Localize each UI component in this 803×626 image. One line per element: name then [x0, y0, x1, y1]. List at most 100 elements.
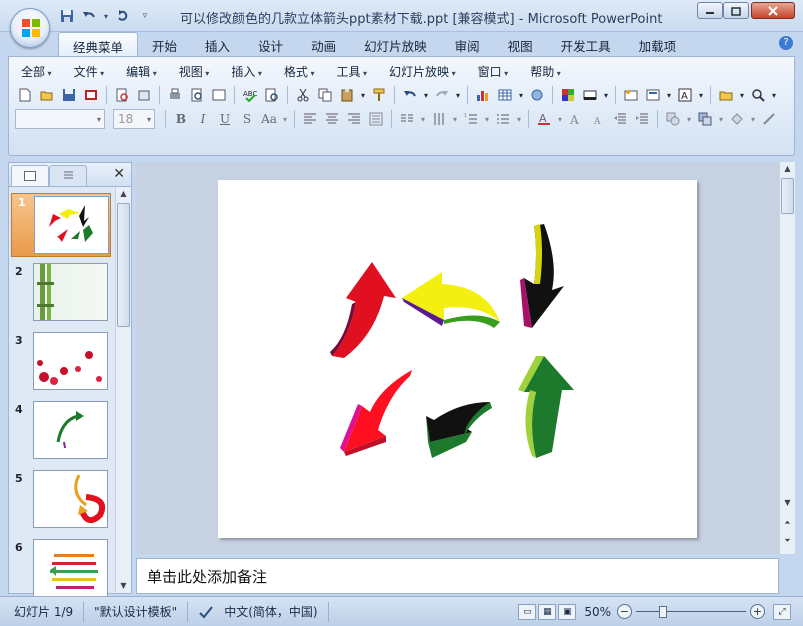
chart-icon[interactable] [473, 85, 493, 105]
tab-developer[interactable]: 开发工具 [547, 32, 625, 56]
fit-window-icon[interactable]: ⤢ [773, 603, 791, 620]
dropdown-icon[interactable]: ▾ [102, 7, 110, 25]
zoom-slider-thumb[interactable] [658, 605, 667, 618]
increase-indent-icon[interactable] [632, 109, 652, 129]
slide-canvas[interactable] [218, 180, 697, 538]
change-case-button[interactable]: Aa [259, 109, 279, 129]
align-right-icon[interactable] [344, 109, 364, 129]
help-icon[interactable]: ? [779, 36, 793, 50]
language-status[interactable]: 中文(简体，中国) [188, 601, 329, 622]
tab-classic-menu[interactable]: 经典菜单 [58, 32, 139, 56]
slides-tab[interactable] [11, 165, 49, 186]
bold-button[interactable]: B [171, 109, 191, 129]
shadow-button[interactable]: S [237, 109, 257, 129]
save-icon[interactable] [58, 7, 76, 25]
preview-icon[interactable] [187, 85, 207, 105]
align-left-icon[interactable] [300, 109, 320, 129]
dropdown-icon[interactable]: ▾ [483, 109, 491, 129]
format-painter-icon[interactable] [369, 85, 389, 105]
menu-insert[interactable]: 插入 [227, 63, 270, 80]
office-button[interactable] [10, 8, 50, 48]
scroll-down-icon[interactable]: ▼ [780, 496, 795, 510]
menu-window[interactable]: 窗口 [474, 63, 517, 80]
new-slide-icon[interactable] [621, 85, 641, 105]
slide-sorter-icon[interactable]: ▦ [538, 603, 557, 620]
underline-button[interactable]: U [215, 109, 235, 129]
tab-slideshow[interactable]: 幻灯片放映 [350, 32, 441, 56]
scroll-down-icon[interactable]: ▼ [116, 579, 131, 593]
zoom-out-icon[interactable]: − [617, 604, 632, 619]
notes-pane[interactable]: 单击此处添加备注 [136, 558, 779, 594]
green-arrow-up[interactable] [518, 356, 574, 458]
menu-all[interactable]: 全部 [17, 63, 60, 80]
previous-slide-icon[interactable]: ⏶ [780, 516, 795, 530]
numbering-icon[interactable]: 1 [461, 109, 481, 129]
dropdown-icon[interactable]: ▾ [602, 85, 610, 105]
dropdown-icon[interactable]: ▾ [515, 109, 523, 129]
attach-icon[interactable] [134, 85, 154, 105]
cut-icon[interactable] [293, 85, 313, 105]
tab-insert[interactable]: 插入 [191, 32, 244, 56]
normal-view-icon[interactable]: ▭ [518, 603, 537, 620]
menu-tools[interactable]: 工具 [332, 63, 375, 80]
slide-thumbnail-3[interactable]: 3 [9, 332, 117, 398]
save-icon[interactable] [59, 85, 79, 105]
color-grayscale-icon[interactable] [558, 85, 578, 105]
decrease-indent-icon[interactable] [610, 109, 630, 129]
line-style-icon[interactable] [580, 85, 600, 105]
permission-icon[interactable] [81, 85, 101, 105]
slide-thumbnail-5[interactable]: 5 [9, 470, 117, 536]
dropdown-icon[interactable]: ▾ [697, 85, 705, 105]
tab-addins[interactable]: 加载项 [625, 32, 691, 56]
dropdown-icon[interactable]: ▾ [770, 85, 778, 105]
menu-view[interactable]: 视图 [175, 63, 218, 80]
dropdown-icon[interactable]: ▾ [665, 85, 673, 105]
justify-icon[interactable] [366, 109, 386, 129]
dropdown-icon[interactable]: ▾ [738, 85, 746, 105]
fill-icon[interactable] [727, 109, 747, 129]
slide-view-icon[interactable] [209, 85, 229, 105]
dropdown-icon[interactable]: ▾ [419, 109, 427, 129]
dropdown-icon[interactable]: ▾ [454, 85, 462, 105]
redo-icon[interactable] [114, 7, 132, 25]
close-icon[interactable] [751, 2, 795, 19]
red-arrow-down-left[interactable] [340, 370, 412, 456]
scroll-up-icon[interactable]: ▲ [116, 187, 131, 201]
close-icon[interactable]: ✕ [113, 166, 125, 182]
outline-tab[interactable] [49, 165, 87, 186]
dropdown-icon[interactable]: ▾ [517, 85, 525, 105]
menu-help[interactable]: 帮助 [526, 63, 569, 80]
globe-icon[interactable] [527, 85, 547, 105]
spelling-icon[interactable]: ABC [240, 85, 260, 105]
undo-icon[interactable] [80, 7, 98, 25]
tab-design[interactable]: 设计 [244, 32, 297, 56]
tab-home[interactable]: 开始 [138, 32, 191, 56]
menu-file[interactable]: 文件 [70, 63, 113, 80]
scrollbar-thumb[interactable] [781, 178, 794, 214]
copy-icon[interactable] [315, 85, 335, 105]
arrange-icon[interactable] [695, 109, 715, 129]
zoom-slider[interactable] [636, 604, 746, 620]
slide-scrollbar[interactable]: ▲ ▼ ⏶ ⏷ [779, 162, 795, 554]
next-slide-icon[interactable]: ⏷ [780, 534, 795, 548]
print-preview-icon[interactable] [112, 85, 132, 105]
table-icon[interactable] [495, 85, 515, 105]
dropdown-icon[interactable]: ▾ [717, 109, 725, 129]
open-icon[interactable] [37, 85, 57, 105]
undo-icon[interactable] [400, 85, 420, 105]
green-arrow-left[interactable] [426, 402, 492, 458]
line-color-icon[interactable] [759, 109, 779, 129]
slide-thumbnail-2[interactable]: 2 [9, 263, 117, 329]
folder-icon[interactable] [716, 85, 736, 105]
menu-slideshow[interactable]: 幻灯片放映 [385, 63, 464, 80]
slide-thumbnail-1[interactable]: 1 [11, 193, 111, 257]
dropdown-icon[interactable]: ▾ [451, 109, 459, 129]
paste-icon[interactable] [337, 85, 357, 105]
zoom-icon[interactable] [748, 85, 768, 105]
tab-animation[interactable]: 动画 [297, 32, 350, 56]
restore-icon[interactable] [723, 2, 749, 19]
shapes-icon[interactable] [663, 109, 683, 129]
font-name-combo[interactable]: ▾ [15, 109, 105, 129]
italic-button[interactable]: I [193, 109, 213, 129]
print-icon[interactable] [165, 85, 185, 105]
